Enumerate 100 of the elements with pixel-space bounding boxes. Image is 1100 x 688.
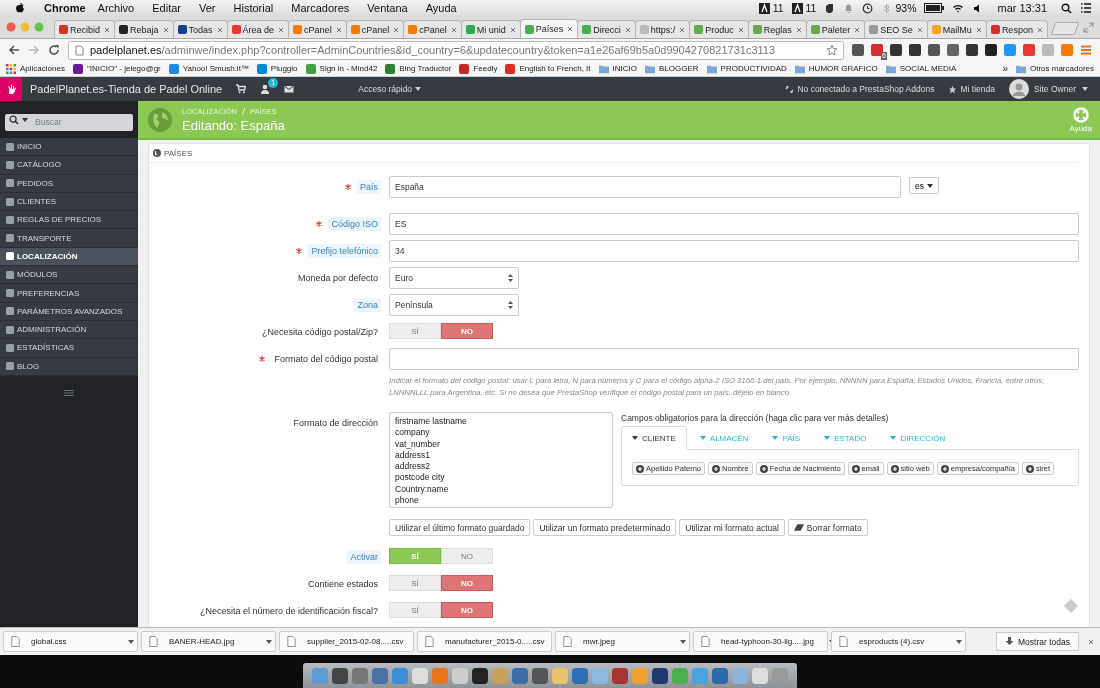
adobe-icon[interactable]: [791, 2, 803, 14]
envelope-icon[interactable]: [284, 84, 295, 94]
toggle-option[interactable]: SÍ: [389, 602, 441, 618]
browser-tab[interactable]: Paleter: [805, 20, 866, 38]
extension-icon[interactable]: [966, 44, 978, 56]
close-icon[interactable]: [104, 26, 110, 33]
close-icon[interactable]: [795, 26, 802, 33]
caret-icon[interactable]: [266, 639, 272, 644]
more-bookmarks-button[interactable]: »: [1002, 63, 1008, 74]
browser-tab[interactable]: cPanel: [403, 20, 462, 38]
toggle-option[interactable]: SÍ: [389, 575, 441, 591]
browser-tab[interactable]: cPanel: [345, 20, 405, 38]
caret-icon[interactable]: [680, 639, 686, 644]
download-item[interactable]: mwr.jpeg: [555, 631, 690, 652]
download-item[interactable]: head-typhoon-30-lig.....jpg: [693, 631, 828, 652]
close-icon[interactable]: [278, 26, 285, 33]
close-icon[interactable]: [624, 26, 631, 33]
star-icon[interactable]: [826, 44, 838, 56]
close-icon[interactable]: [393, 26, 400, 33]
toggle-option[interactable]: NO: [441, 548, 493, 564]
sidebar-item[interactable]: TRANSPORTE: [0, 229, 138, 248]
quick-access-menu[interactable]: Acceso rápido: [358, 84, 422, 94]
browser-tab[interactable]: Área de: [226, 20, 290, 38]
browser-tab[interactable]: Mi unid: [460, 20, 521, 38]
bookmark[interactable]: Feedly: [459, 63, 498, 74]
extension-icon[interactable]: [985, 44, 997, 56]
browser-tab[interactable]: Direcci: [577, 20, 636, 38]
caret-icon[interactable]: [128, 639, 134, 644]
bookmark[interactable]: Bing Traductor: [385, 63, 452, 74]
menu-item[interactable]: Ventana: [367, 2, 408, 14]
bookmark[interactable]: INICIO: [598, 63, 637, 74]
download-item[interactable]: supplier_2015-02-08.....csv: [279, 631, 414, 652]
fullscreen-icon[interactable]: [1083, 21, 1094, 33]
download-item[interactable]: BANER-HEAD.jpg: [141, 631, 276, 652]
app-icon[interactable]: [531, 667, 549, 685]
close-icon[interactable]: [916, 26, 923, 33]
text-field[interactable]: 34: [389, 240, 1079, 262]
apple-icon[interactable]: [14, 2, 26, 14]
close-icon[interactable]: [737, 26, 744, 33]
bookmark[interactable]: "INICIO" - jelego@gr: [72, 63, 161, 74]
close-icon[interactable]: [854, 26, 861, 33]
close-icon[interactable]: [975, 26, 982, 33]
search-field[interactable]: Buscar: [5, 113, 133, 131]
bookmark[interactable]: Yahoo! Smush.it™: [168, 63, 249, 74]
close-icon[interactable]: [1088, 638, 1094, 645]
download-item[interactable]: manufacturer_2015-0.....csv: [417, 631, 552, 652]
browser-tab[interactable]: Recibid: [54, 20, 115, 38]
bookmark[interactable]: Pluggio: [256, 63, 298, 74]
extension-icon[interactable]: [928, 44, 940, 56]
extension-icon[interactable]: [852, 44, 864, 56]
shop-name[interactable]: PadelPlanet.es-Tienda de Padel Online: [30, 83, 223, 95]
app-menu[interactable]: Chrome: [44, 2, 86, 14]
close-icon[interactable]: [162, 26, 169, 33]
battery-icon[interactable]: [924, 3, 945, 13]
clock-icon[interactable]: [862, 2, 874, 14]
user-menu[interactable]: Site Owner: [1008, 79, 1088, 99]
bookmark[interactable]: HUMOR GRAFICO: [794, 63, 878, 74]
dropdown[interactable]: Euro: [389, 267, 519, 289]
extension-icon[interactable]: [909, 44, 921, 56]
language-button[interactable]: es: [909, 177, 939, 194]
format-button[interactable]: Borrar formato: [787, 519, 868, 536]
back-icon[interactable]: [8, 44, 20, 56]
addons-link[interactable]: No conectado a PrestaShop Addons: [785, 84, 935, 94]
logo-icon[interactable]: [0, 77, 22, 101]
browser-tab[interactable]: Rebaja: [114, 20, 174, 38]
bookmark[interactable]: Otros marcadores: [1015, 63, 1094, 74]
close-icon[interactable]: [509, 26, 516, 33]
collapse-icon[interactable]: [64, 389, 74, 396]
browser-tab[interactable]: MailMu: [926, 20, 987, 38]
close-icon[interactable]: [1036, 26, 1043, 33]
close-window-icon[interactable]: [6, 22, 16, 32]
bookmark[interactable]: PRODUCTIVIDAD: [706, 63, 787, 74]
sidebar-item[interactable]: ESTADÍSTICAS: [0, 339, 138, 358]
address-bar[interactable]: padelplanet.es/adminwe/index.php?controller=AdminCountries&id_country=6&updatecountry&token=a1e26af69b5a0d9904270821731c3113: [68, 40, 844, 60]
list-icon[interactable]: [1080, 2, 1092, 14]
browser-tab[interactable]: Todas: [172, 20, 228, 38]
bookmark[interactable]: English to French, It: [505, 63, 591, 74]
format-button[interactable]: Utilizar mi formato actual: [679, 519, 785, 536]
extension-icon[interactable]: [890, 44, 902, 56]
dropdown[interactable]: Península: [389, 294, 519, 316]
bookmark[interactable]: SOCIAL MEDIA: [885, 63, 957, 74]
cart-icon[interactable]: [236, 84, 247, 94]
sidebar-item[interactable]: MÓDULOS: [0, 266, 138, 285]
browser-tab[interactable]: cPanel: [288, 20, 347, 38]
my-shop-link[interactable]: Mi tienda: [948, 84, 995, 94]
caret-icon[interactable]: [956, 639, 962, 644]
close-icon[interactable]: [450, 26, 457, 33]
toggle-option[interactable]: SÍ: [389, 323, 441, 339]
new-tab-button[interactable]: [1050, 22, 1080, 35]
menu-item[interactable]: Ayuda: [425, 2, 457, 14]
section-tab[interactable]: CLIENTE: [621, 426, 687, 450]
sidebar-item[interactable]: REGLAS DE PRECIOS: [0, 211, 138, 230]
menu-item[interactable]: Archivo: [97, 2, 135, 14]
close-icon[interactable]: [679, 26, 686, 33]
menu-item[interactable]: Editar: [152, 2, 181, 14]
sidebar-item[interactable]: CATÁLOGO: [0, 156, 138, 175]
extension-icon[interactable]: [947, 44, 959, 56]
browser-tab[interactable]: Respon: [985, 20, 1048, 38]
download-item[interactable]: esproducts (4).csv: [831, 631, 966, 652]
reload-icon[interactable]: [48, 44, 60, 56]
